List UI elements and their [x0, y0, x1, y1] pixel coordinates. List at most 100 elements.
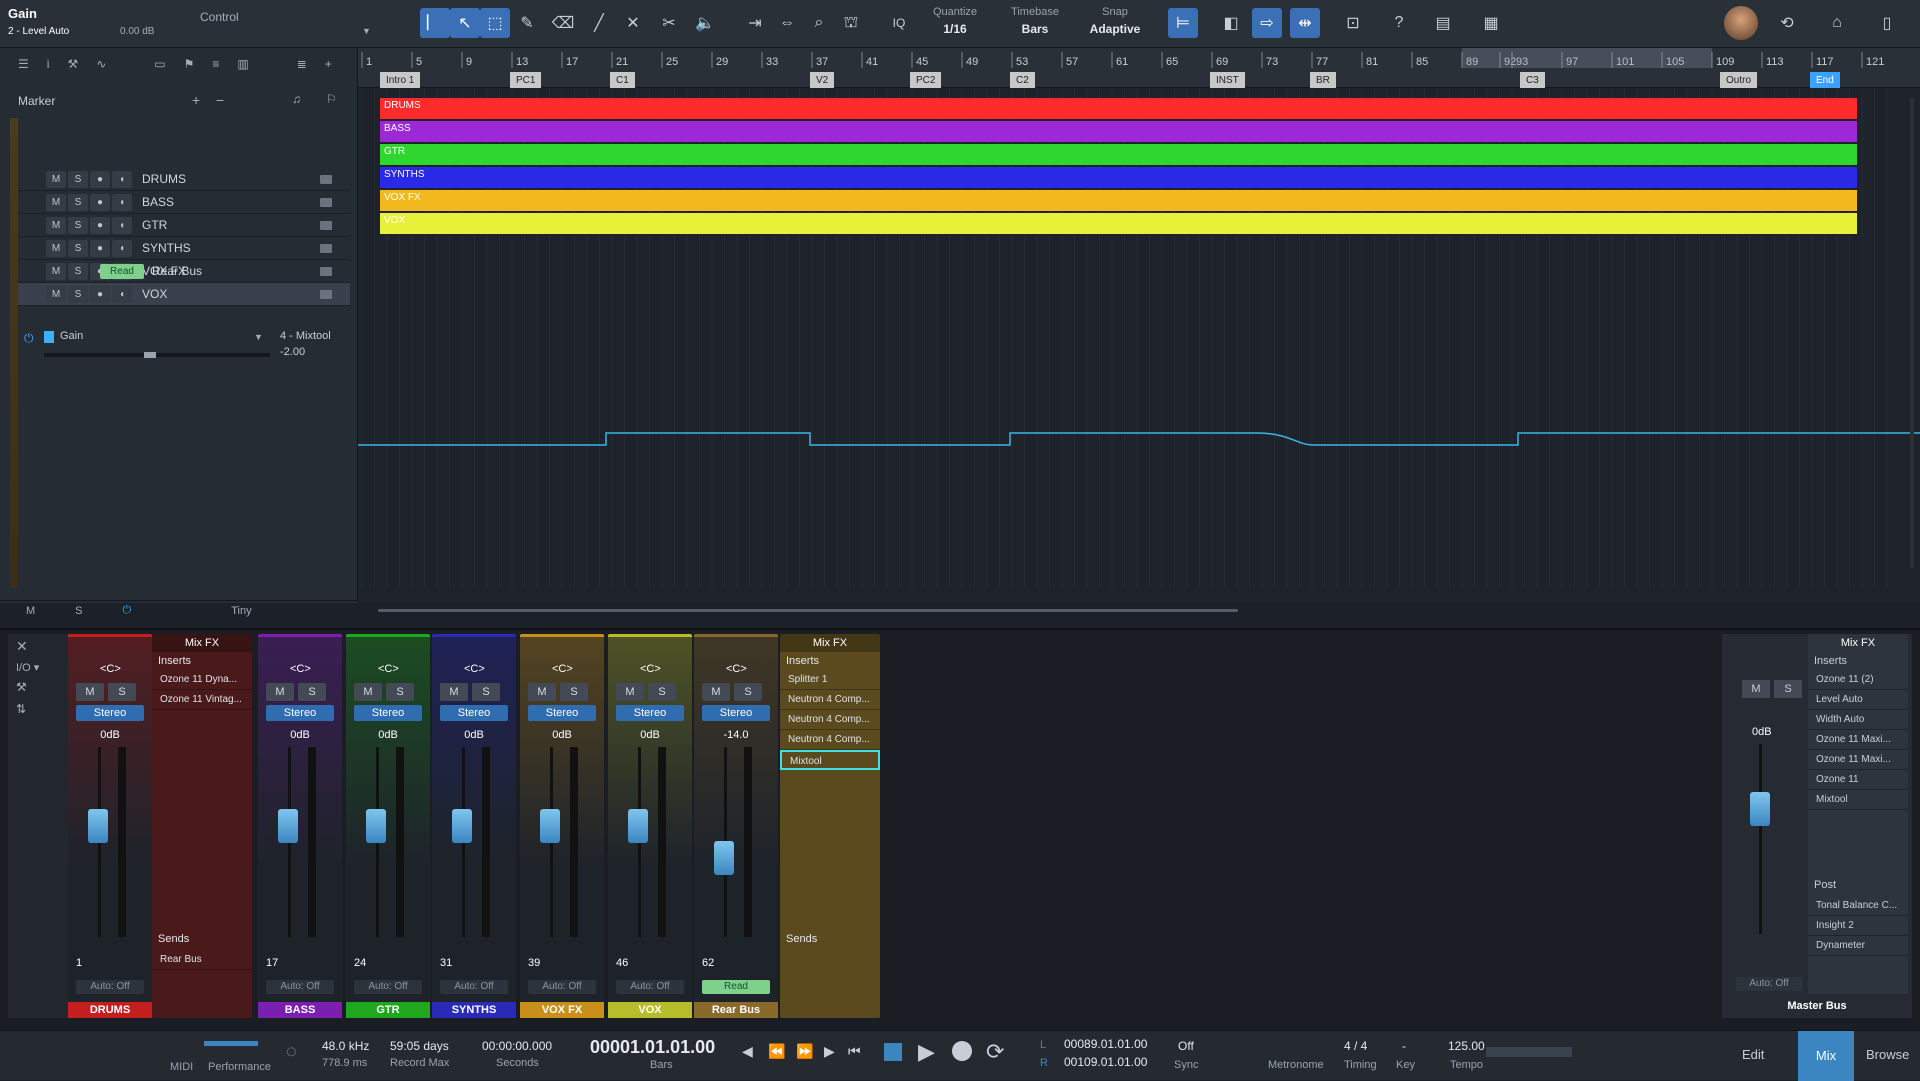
mute-button[interactable]: M	[616, 683, 644, 701]
marker[interactable]: End	[1810, 72, 1840, 88]
stretch-tool-icon[interactable]: ⇔	[772, 8, 802, 38]
note-icon[interactable]: ♫	[292, 92, 301, 106]
track-row[interactable]: M S ● ◖ VOX	[10, 283, 350, 306]
automation-mode[interactable]: Auto: Off	[76, 980, 144, 994]
insert-item[interactable]: Width Auto	[1808, 710, 1908, 730]
mute-tool-icon[interactable]: ✕	[618, 8, 648, 38]
sends-label[interactable]: Sends	[152, 930, 252, 948]
insert-item[interactable]: Neutron 4 Comp...	[780, 710, 880, 730]
automation-mode[interactable]: Read	[702, 980, 770, 994]
insert-item[interactable]: Level Auto	[1808, 690, 1908, 710]
clip[interactable]: SYNTHS	[380, 167, 1857, 188]
zoom-tool-icon[interactable]: ⌕	[804, 8, 834, 38]
marker[interactable]: Outro	[1720, 72, 1758, 88]
volume-fader[interactable]	[278, 747, 300, 937]
inserts-label[interactable]: Inserts	[1808, 652, 1908, 670]
insert-item[interactable]: Mixtool	[1808, 790, 1908, 810]
volume-fader[interactable]	[452, 747, 474, 937]
solo-button[interactable]: S	[68, 239, 88, 257]
key-value[interactable]: -	[1402, 1039, 1406, 1053]
gain-value[interactable]: -2.00	[280, 346, 305, 358]
stop-button[interactable]	[884, 1043, 902, 1061]
insert-item[interactable]: Ozone 11	[1808, 770, 1908, 790]
send-item[interactable]: Rear Bus	[152, 950, 252, 970]
snap-value[interactable]: Adaptive	[1080, 22, 1150, 36]
master-db[interactable]: 0dB	[1752, 726, 1772, 738]
avatar[interactable]	[1724, 6, 1758, 40]
power-icon[interactable]: ⏻	[123, 604, 132, 617]
fx-header[interactable]: Mix FX	[1808, 634, 1908, 652]
mute-button[interactable]: M	[46, 170, 66, 188]
channel-name[interactable]: VOX FX	[520, 1002, 604, 1018]
channel-name[interactable]: DRUMS	[68, 1002, 152, 1018]
solo-button[interactable]: S	[108, 683, 136, 701]
pencil-tool-icon[interactable]: ✎	[512, 8, 542, 38]
automation-mode[interactable]: Auto: Off	[528, 980, 596, 994]
post-label[interactable]: Post	[1808, 876, 1908, 894]
volume-fader[interactable]	[366, 747, 388, 937]
grid-menu-icon[interactable]: ▦	[1476, 8, 1506, 38]
volume-value[interactable]: 0dB	[608, 729, 692, 741]
vertical-scrollbar[interactable]	[1910, 98, 1914, 568]
mix-tab[interactable]: Mix	[1798, 1031, 1854, 1081]
fx-header[interactable]: Mix FX	[152, 634, 252, 652]
insert-item[interactable]: Ozone 11 Maxi...	[1808, 750, 1908, 770]
clip[interactable]: GTR	[380, 144, 1857, 165]
listen-tool-icon[interactable]: 🔈	[690, 8, 720, 38]
range-tool-icon[interactable]: ⎸	[420, 8, 450, 38]
folder-icon[interactable]	[320, 289, 332, 299]
automation-param[interactable]: Gain	[60, 330, 83, 342]
power-icon[interactable]: ⏻	[24, 331, 34, 346]
fast-forward-icon[interactable]: ⏩	[796, 1043, 813, 1060]
insert-item[interactable]: Ozone 11 Dyna...	[152, 670, 252, 690]
play-button[interactable]: ▶	[918, 1039, 935, 1065]
list-icon[interactable]: ☰	[18, 57, 29, 71]
record-arm-button[interactable]: ●	[90, 216, 110, 234]
insert-item[interactable]: Neutron 4 Comp...	[780, 690, 880, 710]
folder-icon[interactable]	[320, 220, 332, 230]
mute-button[interactable]: M	[440, 683, 468, 701]
solo-button[interactable]: S	[560, 683, 588, 701]
solo-button[interactable]: S	[386, 683, 414, 701]
record-arm-button[interactable]: ●	[90, 193, 110, 211]
loop-left-icon[interactable]: ◧	[1216, 8, 1246, 38]
track-row[interactable]: M S ● ◖ BASS	[10, 191, 350, 214]
edit-tab[interactable]: Edit	[1742, 1047, 1764, 1062]
record-button[interactable]	[952, 1041, 972, 1061]
mute-button[interactable]: M	[266, 683, 294, 701]
stereo-button[interactable]: Stereo	[702, 705, 770, 721]
rewind-icon[interactable]: ⏪	[768, 1043, 785, 1060]
channel-name[interactable]: GTR	[346, 1002, 430, 1018]
loop-start[interactable]: 00089.01.01.00	[1064, 1037, 1147, 1051]
value-display[interactable]: 0.00 dB	[120, 26, 154, 37]
solo-button[interactable]: S	[1774, 680, 1802, 698]
channel-name[interactable]: BASS	[258, 1002, 342, 1018]
marker[interactable]: C3	[1520, 72, 1545, 88]
sort-icon[interactable]: ≡	[212, 57, 219, 71]
mute-button[interactable]: M	[46, 239, 66, 257]
center-icon[interactable]: ⇹	[1290, 8, 1320, 38]
inserts-label[interactable]: Inserts	[780, 652, 880, 670]
insert-item[interactable]: Neutron 4 Comp...	[780, 730, 880, 750]
split-tool-icon[interactable]: ✂	[654, 8, 684, 38]
channel-name[interactable]: Rear Bus	[694, 1002, 778, 1018]
monitor-button[interactable]: ◖	[112, 216, 132, 234]
close-icon[interactable]: ✕	[8, 634, 68, 659]
bars-label[interactable]: Bars	[650, 1059, 673, 1071]
volume-value[interactable]: 0dB	[258, 729, 342, 741]
browse-tab[interactable]: Browse	[1866, 1047, 1909, 1062]
marker[interactable]: Intro 1	[380, 72, 421, 88]
mute-button[interactable]: M	[46, 216, 66, 234]
volume-fader[interactable]	[88, 747, 110, 937]
monitor-button[interactable]: ◖	[112, 285, 132, 303]
input-icon[interactable]: ⇅	[8, 698, 68, 720]
gain-slider[interactable]	[44, 352, 270, 358]
master-fx[interactable]: Mix FX Inserts Ozone 11 (2) Level Auto Wid…	[1808, 634, 1908, 994]
quantize-value[interactable]: 1/16	[920, 22, 990, 36]
home-icon[interactable]: ⌂	[1822, 8, 1852, 38]
info-icon[interactable]: i	[47, 57, 50, 71]
stereo-button[interactable]: Stereo	[354, 705, 422, 721]
pan-knob[interactable]: <C>	[552, 663, 573, 675]
control-dropdown-icon[interactable]: ▼	[362, 26, 371, 36]
help-icon[interactable]: ?	[1384, 8, 1414, 38]
